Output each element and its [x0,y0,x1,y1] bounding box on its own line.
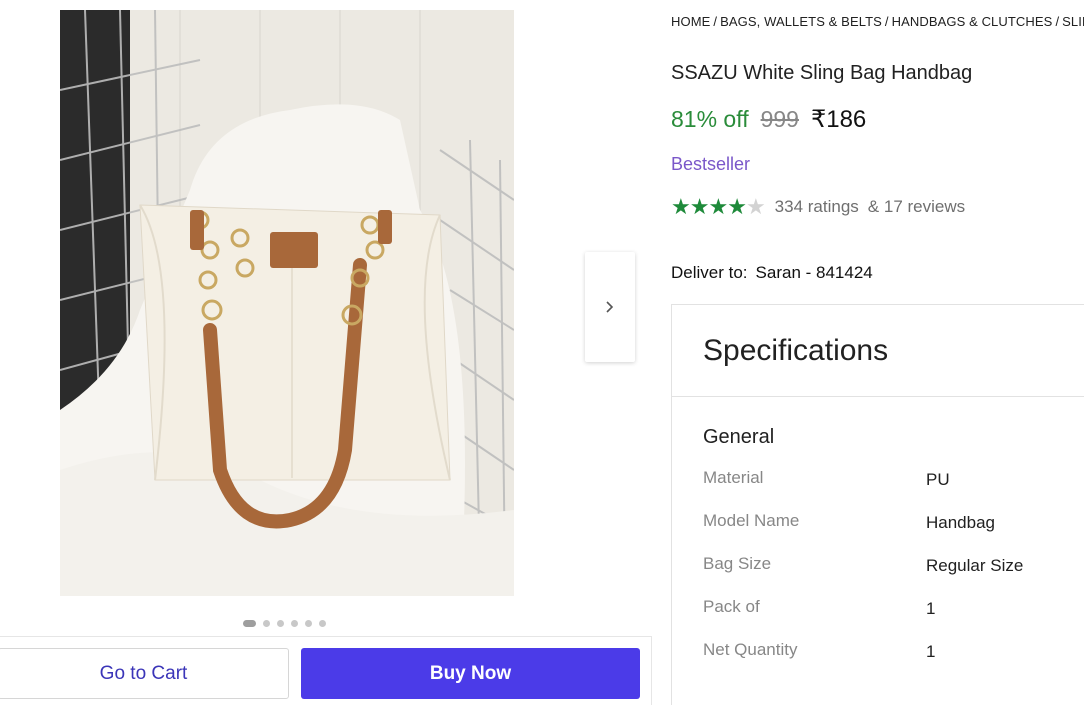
star-filled-icon: ★ [689,194,710,219]
spec-value: 1 [926,642,936,661]
spec-row-pack-of: Pack of 1 [703,597,1083,621]
spec-key: Model Name [703,511,800,530]
spec-row-model-name: Model Name Handbag [703,511,1083,535]
spec-value: PU [926,470,950,489]
price-row: 81% off 999 ₹186 [671,105,866,134]
spec-key: Net Quantity [703,640,798,659]
bestseller-badge: Bestseller [671,154,751,174]
product-gallery: Go to Cart Buy Now [0,0,652,705]
image-pagination-dots [243,620,326,627]
rating-row[interactable]: ★★★★★ 334 ratings & 17 reviews [671,196,965,218]
spec-row-material: Material PU [703,468,1083,492]
star-empty-icon: ★ [745,194,766,219]
product-image[interactable] [60,10,514,596]
chevron-right-icon [606,301,614,313]
spec-value: 1 [926,599,936,618]
breadcrumb-separator: / [884,14,889,29]
pagination-dot[interactable] [263,620,270,627]
original-price: 999 [760,106,799,132]
star-filled-icon: ★ [727,194,747,219]
delivery-address[interactable]: Saran - 841424 [756,263,873,282]
delivery-location[interactable]: Deliver to: Saran - 841424 [671,263,873,283]
ratings-count[interactable]: 334 ratings [775,197,859,217]
spec-key: Bag Size [703,554,772,573]
pagination-dot[interactable] [291,620,298,627]
reviews-count[interactable]: & 17 reviews [868,197,965,217]
star-filled-icon: ★ [671,194,691,219]
spec-key: Pack of [703,597,760,616]
go-to-cart-button[interactable]: Go to Cart [0,648,289,699]
breadcrumb: HOME / BAGS, WALLETS & BELTS / HANDBAGS & CL… [671,14,1084,29]
breadcrumb-bags[interactable]: BAGS, WALLETS & BELTS [720,14,882,29]
next-image-button[interactable] [585,252,635,362]
spec-value: Handbag [926,513,996,532]
spec-row-net-quantity: Net Quantity 1 [703,640,1083,664]
star-filled-icon: ★ [708,194,728,219]
divider [672,396,1084,397]
spec-group-title: General [703,426,775,448]
pagination-dot[interactable] [277,620,284,627]
breadcrumb-handbags[interactable]: HANDBAGS & CLUTCHES [892,14,1053,29]
specifications-heading: Specifications [703,334,889,367]
breadcrumb-separator: / [713,14,718,29]
breadcrumb-sling[interactable]: SLING [1062,14,1084,29]
deliver-label: Deliver to: [671,263,748,282]
breadcrumb-separator: / [1055,14,1060,29]
pagination-dot[interactable] [243,620,256,627]
star-rating: ★★★★★ [671,194,766,219]
spec-row-bag-size: Bag Size Regular Size [703,554,1083,578]
product-title: SSAZU White Sling Bag Handbag [671,62,973,84]
selling-price: ₹186 [810,106,867,133]
handbag-photo [60,10,514,596]
pagination-dot[interactable] [319,620,326,627]
discount-percent: 81% off [671,106,749,132]
breadcrumb-home[interactable]: HOME [671,14,710,29]
spec-value: Regular Size [926,556,1024,575]
spec-key: Material [703,468,764,487]
pagination-dot[interactable] [305,620,312,627]
product-info: HOME / BAGS, WALLETS & BELTS / HANDBAGS & CL… [671,0,1084,705]
buy-now-button[interactable]: Buy Now [301,648,640,699]
specifications-card: Specifications General Material PU Model… [671,304,1084,705]
action-bar: Go to Cart Buy Now [0,636,652,705]
